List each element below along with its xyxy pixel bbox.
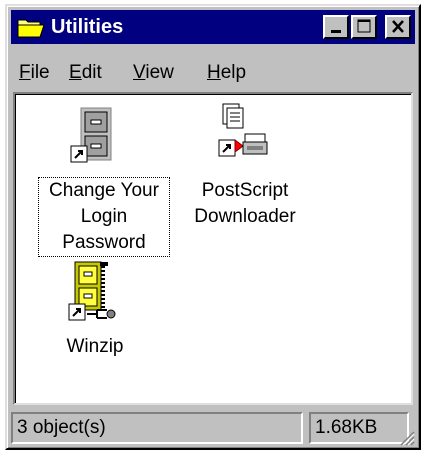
winzip-shortcut-icon [68, 261, 116, 321]
label-line: Change Your [49, 180, 159, 201]
total-size: 1.68KB [309, 412, 409, 444]
label-line: PostScript [201, 180, 289, 201]
item-label: PostScript Downloader [185, 178, 305, 230]
menu-edit[interactable]: Edit [69, 62, 102, 84]
maximize-button[interactable] [351, 15, 377, 39]
window-title: Utilities [51, 16, 124, 38]
item-label: Winzip [45, 334, 145, 360]
label-line: Password [62, 232, 146, 253]
filing-cabinet-shortcut-icon [70, 107, 112, 163]
label-line: Login [80, 206, 128, 227]
file-view[interactable]: Change Your Login Password PostScript Do… [13, 92, 413, 405]
close-icon [392, 20, 404, 33]
menu-bar: File Edit View Help [11, 50, 415, 86]
printer-shortcut-icon [218, 103, 268, 157]
item-label: Change Your Login Password [38, 177, 170, 257]
title-bar[interactable]: Utilities [11, 10, 415, 44]
resize-grip-icon[interactable] [397, 428, 415, 446]
close-button[interactable] [385, 15, 411, 39]
menu-help[interactable]: Help [207, 62, 246, 84]
label-line: Downloader [194, 206, 296, 227]
object-count: 3 object(s) [11, 412, 303, 444]
explorer-window: Utilities File Edit View Help Change You… [5, 4, 421, 450]
maximize-icon [357, 19, 371, 33]
menu-view[interactable]: View [133, 62, 174, 84]
status-bar: 3 object(s) 1.68KB [11, 410, 415, 446]
minimize-button[interactable] [323, 15, 349, 39]
label-line: Winzip [66, 336, 124, 357]
menu-file[interactable]: File [19, 62, 50, 84]
folder-open-icon [17, 19, 45, 38]
minimize-icon [331, 30, 341, 33]
